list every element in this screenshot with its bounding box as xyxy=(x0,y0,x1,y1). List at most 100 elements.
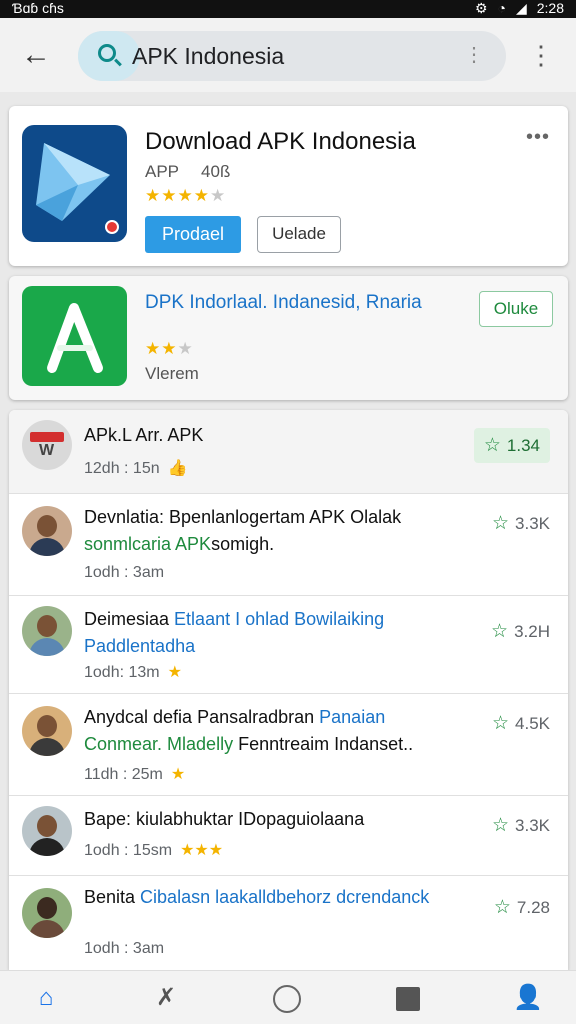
title-part: Cibalasn laakalldbehorz dcrendanck xyxy=(140,887,430,907)
item-meta: 11dh : 25m ★ xyxy=(84,764,185,784)
avatar xyxy=(22,888,72,938)
rating-stars: ★★★★★ xyxy=(145,186,226,206)
item-time: 1odh : 3am xyxy=(84,940,165,957)
install-button[interactable]: Prodael xyxy=(145,216,241,253)
status-bar: Ɓɑɓ cɦs ⚙ ◔ ◢ 2:28 xyxy=(0,0,576,18)
games-icon[interactable]: ✗ xyxy=(150,983,182,1015)
status-time: 2:28 xyxy=(536,0,564,16)
item-title: Devnlatia: Bpenlanlogertam APK Olalak so… xyxy=(84,504,464,558)
star-empty-icon: ★ xyxy=(209,186,227,205)
status-icons: ⚙ ◔ ◢ 2:28 xyxy=(475,0,564,16)
avatar xyxy=(22,806,72,856)
item-time: 1odh : 15sm xyxy=(84,842,173,859)
rating-value: 1.34 xyxy=(506,436,540,455)
back-arrow-icon[interactable]: ← xyxy=(18,38,54,74)
open-button[interactable]: Oluke xyxy=(479,291,553,327)
app-logo-icon: W xyxy=(22,420,72,470)
star-icon: ★ xyxy=(170,766,186,783)
title-part: Benita xyxy=(84,887,141,907)
rating: ☆ 3.2H xyxy=(491,620,550,643)
title-part: Devnlatia: Bpenlanlogertam APK Olalak xyxy=(84,507,402,527)
avatar-body xyxy=(29,738,65,756)
item-title: Anydcal defia Pansalradbran Panaian Conm… xyxy=(84,704,464,758)
list-item[interactable]: W APk.L Arr. APK 12dh : 15n 👍 ☆ 1.34 xyxy=(9,410,568,494)
list-item[interactable]: Bape: kiulabhuktar IDopaguiolaana 1odh :… xyxy=(9,796,568,876)
avatar-body xyxy=(29,638,65,656)
avatar-head xyxy=(37,615,57,637)
search-icon xyxy=(98,44,116,62)
title-part: Anydcal defia Pansalradbran xyxy=(84,707,320,727)
item-title: Benita Cibalasn laakalldbehorz dcrendanc… xyxy=(84,884,464,911)
circle-icon[interactable] xyxy=(273,985,301,1013)
search-query[interactable]: APK Indonesia xyxy=(132,43,284,70)
app-icon xyxy=(22,125,127,242)
avatar-head xyxy=(37,515,57,537)
app-title: Download APK Indonesia xyxy=(145,128,416,155)
item-meta: 1odh : 15sm ★★★ xyxy=(84,840,223,860)
rating-stars: ★★★ xyxy=(145,339,194,359)
star-icon: ☆ xyxy=(491,815,510,836)
star-icon: ☆ xyxy=(491,713,510,734)
rating: ☆ 3.3K xyxy=(492,814,550,837)
rating-value: 3.2H xyxy=(514,622,550,641)
featured-app-card[interactable]: Download APK Indonesia ••• APP 40ß ★★★★★ … xyxy=(9,106,568,266)
star-empty-icon: ★ xyxy=(177,339,194,358)
app-list: W APk.L Arr. APK 12dh : 15n 👍 ☆ 1.34 Devnl… xyxy=(9,410,568,970)
more-options-icon[interactable]: ••• xyxy=(526,126,550,149)
app-size: 40ß xyxy=(201,162,231,181)
item-meta: 1odh : 3am xyxy=(84,564,164,582)
home-icon[interactable]: ⌂ xyxy=(30,983,62,1015)
rating-value: 3.3K xyxy=(515,514,550,533)
star-icon: ☆ xyxy=(491,621,509,642)
star-icon: ☆ xyxy=(491,513,510,534)
app-badge-icon xyxy=(105,220,119,234)
status-carrier: Ɓɑɓ cɦs xyxy=(12,0,64,16)
list-item[interactable]: Anydcal defia Pansalradbran Panaian Conm… xyxy=(9,694,568,796)
avatar-head xyxy=(37,815,57,837)
settings-icon: ⚙ xyxy=(474,0,488,16)
update-button[interactable]: Uelade xyxy=(257,216,341,253)
app-meta: APP 40ß xyxy=(145,162,230,182)
item-title: Bape: kiulabhuktar IDopaguiolaana xyxy=(84,806,464,833)
profile-icon[interactable]: 👤 xyxy=(512,983,544,1015)
star-icon: ★ xyxy=(167,664,182,681)
item-title: APk.L Arr. APK xyxy=(84,422,464,449)
title-part: APk.L Arr. APK xyxy=(84,425,204,445)
signal-icon: ◢ xyxy=(515,0,527,16)
logo-tag xyxy=(30,432,64,442)
item-time: 1odh: 13m xyxy=(84,664,160,681)
search-menu-icon[interactable]: ⋮ xyxy=(464,45,484,65)
bottom-navigation: ⌂ ✗ 👤 xyxy=(0,970,576,1024)
item-meta: 12dh : 15n 👍 xyxy=(84,458,188,478)
avatar xyxy=(22,706,72,756)
item-meta: 1odh: 13m ★ xyxy=(84,662,182,682)
avatar-body xyxy=(29,920,65,938)
app-type: APP xyxy=(145,162,180,181)
star-icon: ★★ xyxy=(145,339,178,358)
overflow-menu-icon[interactable]: ⋮ xyxy=(528,40,554,70)
title-part: Bape: kiulabhuktar IDopaguiolaana xyxy=(84,809,365,829)
star-icon: ★★★★ xyxy=(145,186,210,205)
avatar-head xyxy=(37,897,57,919)
item-title: Deimesiaa Etlaant I ohlad Bowilaiking Pa… xyxy=(84,606,464,660)
title-part: Panaian xyxy=(319,707,386,727)
list-item[interactable]: Devnlatia: Bpenlanlogertam APK Olalak so… xyxy=(9,494,568,596)
star-icon: ★★★ xyxy=(180,842,224,859)
avatar xyxy=(22,606,72,656)
item-time: 12dh : 15n xyxy=(84,460,160,477)
list-item[interactable]: Deimesiaa Etlaant I ohlad Bowilaiking Pa… xyxy=(9,596,568,694)
rating: ☆ 4.5K xyxy=(492,712,550,735)
app-icon xyxy=(22,286,127,386)
item-time: 11dh : 25m xyxy=(84,766,163,783)
star-icon: ☆ xyxy=(493,897,511,918)
logo-mark: W xyxy=(39,442,55,459)
search-bar[interactable]: APK Indonesia ⋮ xyxy=(78,31,506,81)
rating-badge: ☆ 1.34 xyxy=(473,428,550,463)
rating-value: 7.28 xyxy=(516,898,550,917)
square-icon[interactable] xyxy=(396,987,420,1011)
wifi-icon: ◔ xyxy=(497,0,506,16)
rating: ☆ 7.28 xyxy=(494,896,550,919)
list-item[interactable]: Benita Cibalasn laakalldbehorz dcrendanc… xyxy=(9,876,568,970)
title-part: somigh. xyxy=(211,534,275,554)
second-app-card[interactable]: DPK Indorlaal. Indanesid, Rnaria ★★★ Vle… xyxy=(9,276,568,400)
